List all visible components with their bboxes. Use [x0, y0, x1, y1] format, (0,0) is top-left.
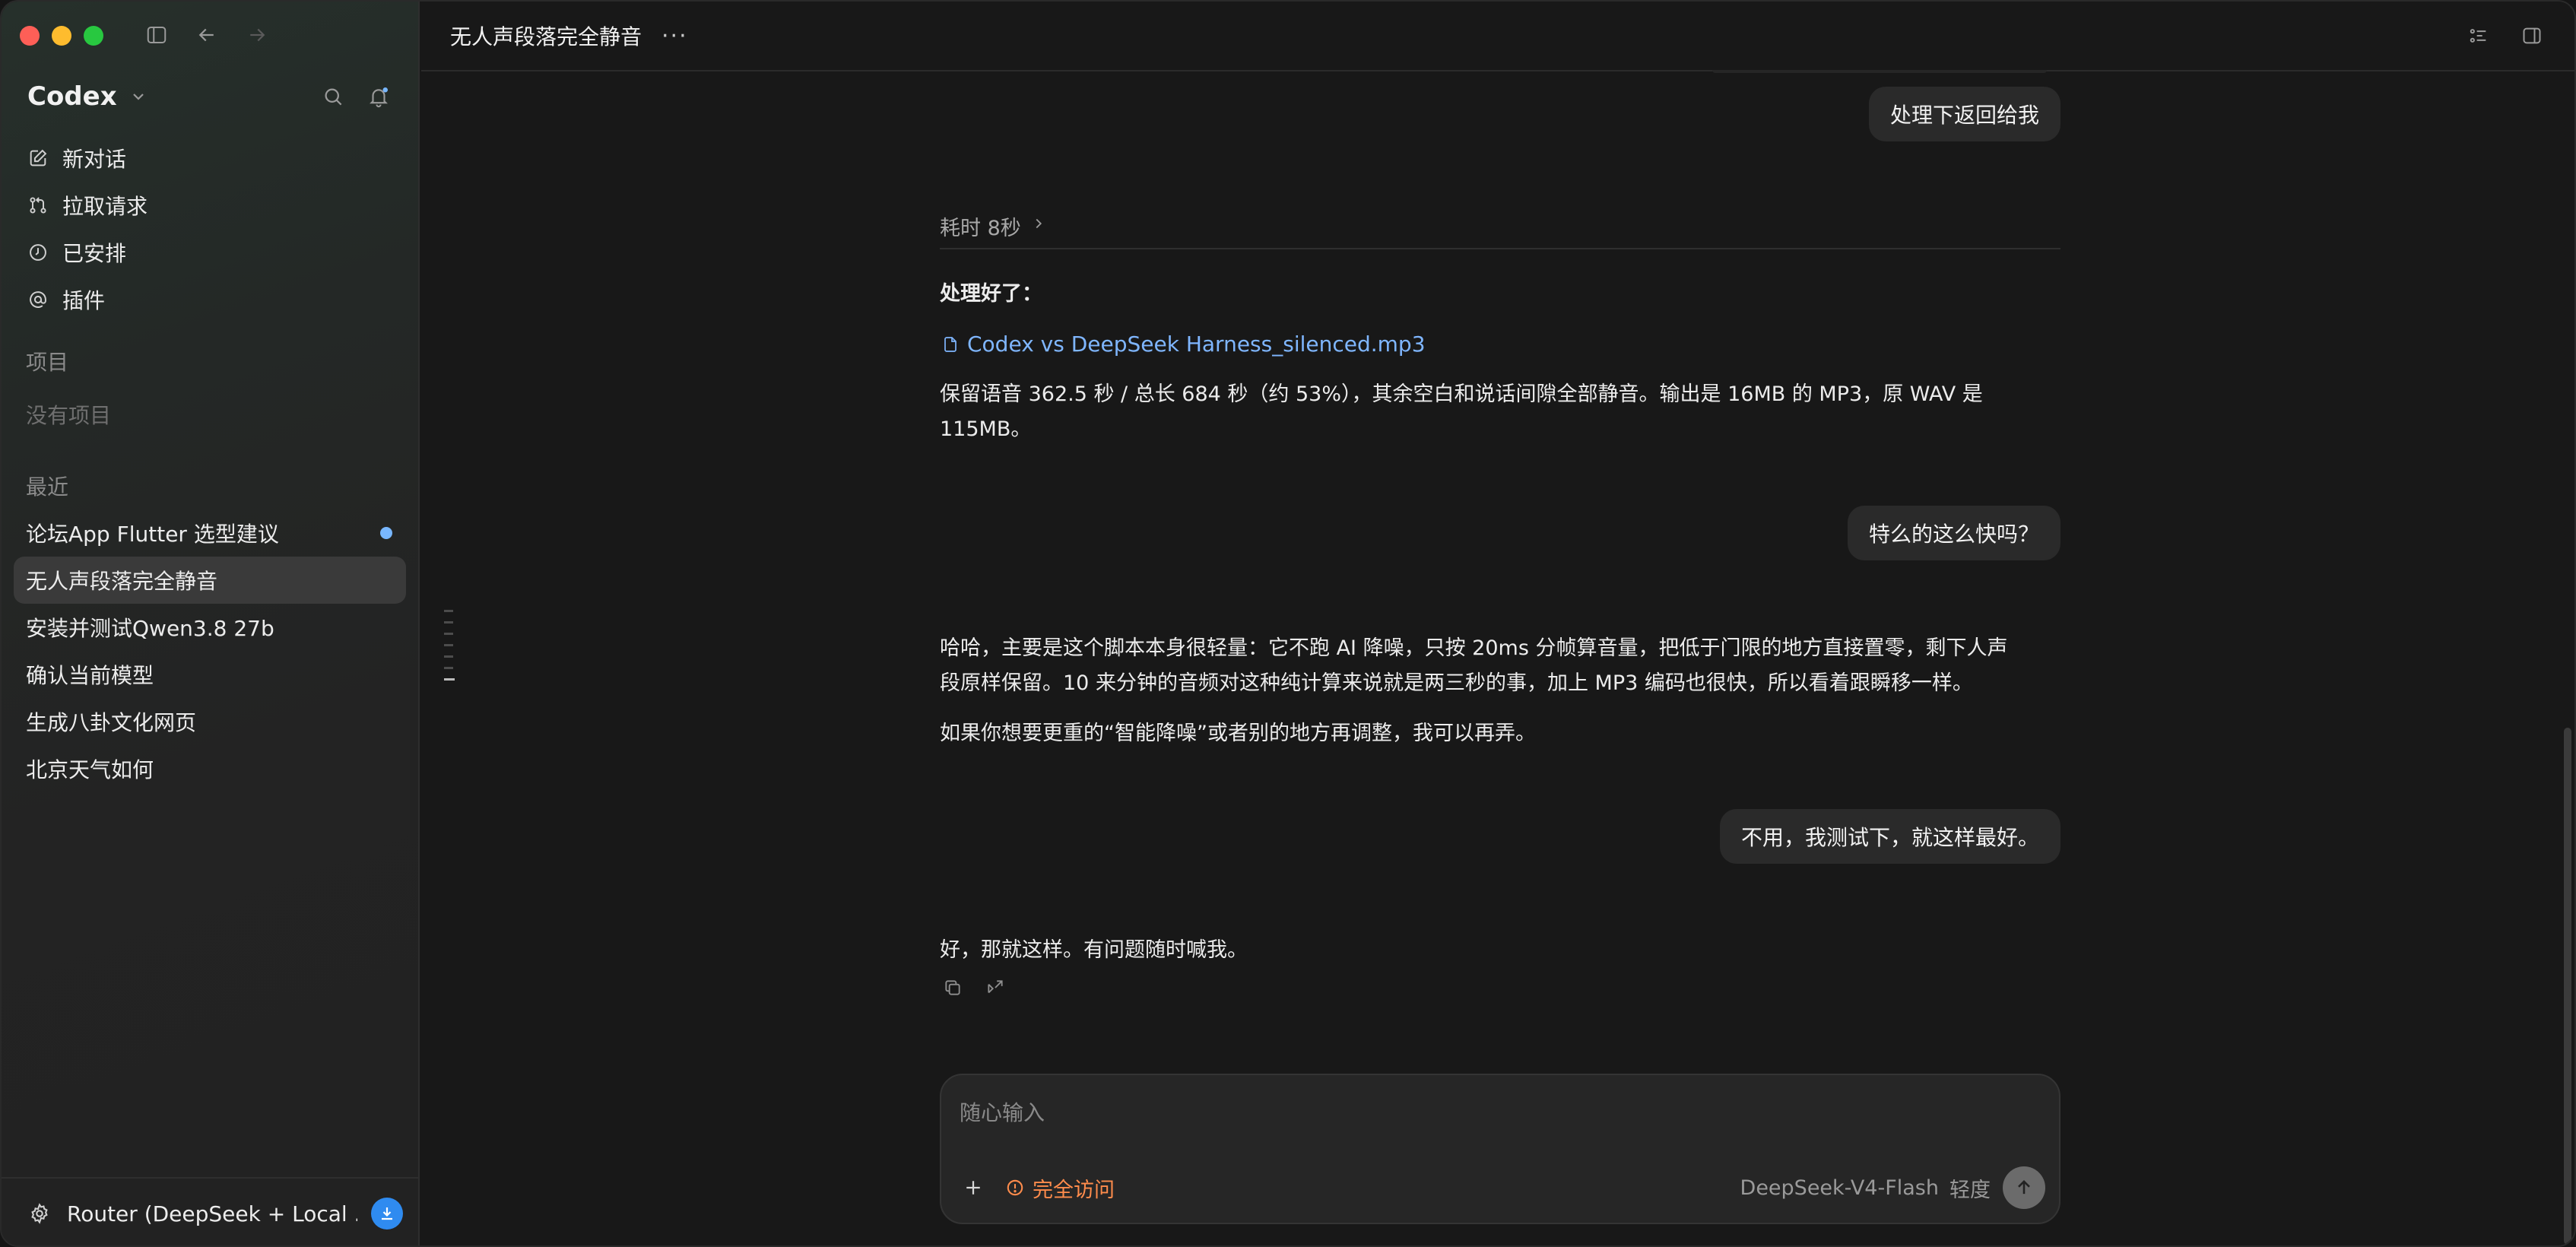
reply-body-line: 如果你想要更重的“智能降噪”或者别的地方再调整，我可以再弄。: [940, 722, 1536, 745]
back-arrow-icon[interactable]: [193, 21, 220, 49]
sidebar-toggle-icon[interactable]: [143, 21, 170, 49]
chevron-down-icon: [125, 83, 152, 110]
sidebar-item-scheduled[interactable]: 已安排: [15, 229, 404, 276]
conversation-title: 无人声段落完全静音: [450, 24, 642, 49]
forward-arrow-icon[interactable]: [243, 21, 271, 49]
recent-item-label: 安装并测试Qwen3.8 27b: [26, 616, 274, 641]
reply-body-line: 哈哈，主要是这个脚本本身很轻量：它不跑 AI 降噪，只按 20ms 分帧算音量，…: [940, 636, 2008, 660]
sidebar-item-label: 新对话: [62, 147, 127, 172]
access-mode-label: 完全访问: [1033, 1178, 1115, 1202]
at-icon: [26, 287, 50, 312]
notification-bell-icon[interactable]: [365, 83, 392, 110]
sidebar-item-label: 插件: [62, 288, 106, 313]
recent-item[interactable]: 确认当前模型: [14, 651, 406, 698]
message-composer: 随心输入 完全访问 DeepSeek-V4-Flash 轻度: [940, 1074, 2060, 1224]
download-icon: [382, 1207, 392, 1220]
task-list-icon[interactable]: [2465, 22, 2492, 49]
edit-icon: [26, 146, 50, 170]
recent-item[interactable]: 论坛App Flutter 选型建议: [14, 509, 406, 557]
app-window: Codex 新对话 拉取请求 已安排 插件 项目 没有项目 最近 论坛App F…: [0, 0, 2576, 1247]
workspace-switcher[interactable]: Codex: [27, 81, 152, 112]
model-selector[interactable]: DeepSeek-V4-Flash: [1740, 1176, 1939, 1200]
assistant-message: 好，那就这样。有问题随时喊我。: [940, 938, 1248, 962]
sidebar-nav: 新对话 拉取请求 已安排 插件: [15, 135, 404, 323]
minimize-window-button[interactable]: [52, 26, 71, 46]
chevron-right-icon: [1029, 211, 1048, 236]
chat-thread: 处理下返回给我 耗时 8秒 处理好了： Codex vs DeepSeek Ha…: [940, 70, 2060, 1245]
reasoning-duration-toggle[interactable]: 耗时 8秒: [940, 211, 2060, 249]
scrollbar-thumb[interactable]: [2564, 728, 2571, 1245]
user-message-bubble: 不用，我测试下，就这样最好。: [1719, 809, 2060, 864]
sidebar-item-new-chat[interactable]: 新对话: [15, 135, 404, 182]
download-update-button[interactable]: [371, 1198, 403, 1230]
sidebar-toolbar: [143, 21, 271, 49]
assistant-message: 处理好了： Codex vs DeepSeek Harness_silenced…: [940, 277, 2060, 447]
composer-input[interactable]: 随心输入: [960, 1096, 1045, 1127]
copy-icon[interactable]: [940, 975, 966, 1001]
window-controls: [20, 26, 103, 46]
settings-gear-icon[interactable]: [26, 1200, 53, 1227]
warning-circle-icon: [1004, 1176, 1026, 1199]
no-projects-text: 没有项目: [26, 403, 112, 428]
sidebar-item-pull-requests[interactable]: 拉取请求: [15, 182, 404, 229]
panel-toggle-icon[interactable]: [2518, 22, 2546, 49]
add-attachment-icon[interactable]: [956, 1171, 990, 1204]
file-name: Codex vs DeepSeek Harness_silenced.mp3: [967, 332, 1426, 357]
recent-item[interactable]: 安装并测试Qwen3.8 27b: [14, 604, 406, 651]
close-window-button[interactable]: [20, 26, 40, 46]
sidebar: Codex 新对话 拉取请求 已安排 插件 项目 没有项目 最近 论坛App F…: [2, 2, 420, 1245]
recent-item-label: 论坛App Flutter 选型建议: [26, 522, 279, 547]
message-actions: [940, 975, 1008, 1001]
conversation-header: 无人声段落完全静音 ···: [421, 2, 2574, 71]
more-options-button[interactable]: ···: [661, 23, 688, 49]
search-icon[interactable]: [319, 83, 347, 110]
reply-heading: 处理好了：: [940, 282, 1042, 306]
user-message-bubble: 处理下返回给我: [1868, 87, 2060, 141]
clock-icon: [26, 240, 50, 265]
recent-item[interactable]: 北京天气如何: [14, 745, 406, 792]
sidebar-item-label: 拉取请求: [62, 194, 148, 219]
sidebar-item-label: 已安排: [62, 241, 127, 266]
sidebar-footer: Router (DeepSeek + Local ...: [2, 1177, 418, 1245]
router-profile-label[interactable]: Router (DeepSeek + Local ...: [67, 1201, 357, 1226]
recent-list: 论坛App Flutter 选型建议 无人声段落完全静音 安装并测试Qwen3.…: [14, 509, 406, 792]
reply-body-line: 段原样保留。10 来分钟的音频对这种纯计算来说就是两三秒的事，加上 MP3 编码…: [940, 671, 1973, 695]
pull-request-icon: [26, 193, 50, 217]
recent-item-label: 北京天气如何: [26, 757, 154, 782]
duration-label: 耗时 8秒: [940, 217, 1021, 240]
recent-item[interactable]: 生成八卦文化网页: [14, 698, 406, 745]
assistant-message: 哈哈，主要是这个脚本本身很轻量：它不跑 AI 降噪，只按 20ms 分帧算音量，…: [940, 631, 2060, 751]
recent-item-label: 生成八卦文化网页: [26, 710, 197, 735]
recent-item-label: 确认当前模型: [26, 663, 154, 688]
user-message-bubble: 特么的这么快吗？: [1847, 506, 2060, 560]
access-mode-button[interactable]: 完全访问: [1004, 1173, 1115, 1203]
previous-message-edge: [1712, 70, 2047, 73]
reply-body-line: 115MB。: [940, 417, 1032, 441]
brand-name: Codex: [27, 81, 117, 112]
brand-row: Codex: [27, 78, 392, 116]
unread-dot: [380, 527, 392, 539]
send-button[interactable]: [2003, 1166, 2045, 1209]
file-icon: [940, 333, 961, 356]
recent-item-active[interactable]: 无人声段落完全静音: [14, 557, 406, 604]
reply-body-line: 保留语音 362.5 秒 / 总长 684 秒（约 53%），其余空白和说话间隙…: [940, 382, 1983, 406]
projects-heading: 项目: [26, 350, 69, 375]
sidebar-item-plugins[interactable]: 插件: [15, 276, 404, 323]
maximize-window-button[interactable]: [84, 26, 103, 46]
reasoning-effort-selector[interactable]: 轻度: [1949, 1173, 1991, 1203]
recent-item-label: 无人声段落完全静音: [26, 569, 218, 594]
main-panel: 无人声段落完全静音 ··· 处理下返回给我 耗时 8秒 处理好了： Codex …: [421, 2, 2574, 1245]
file-link[interactable]: Codex vs DeepSeek Harness_silenced.mp3: [940, 327, 2060, 362]
message-minimap[interactable]: [444, 610, 455, 690]
arrow-up-icon: [2018, 1180, 2030, 1195]
recent-heading: 最近: [26, 474, 69, 500]
fork-branch-icon[interactable]: [982, 975, 1008, 1001]
